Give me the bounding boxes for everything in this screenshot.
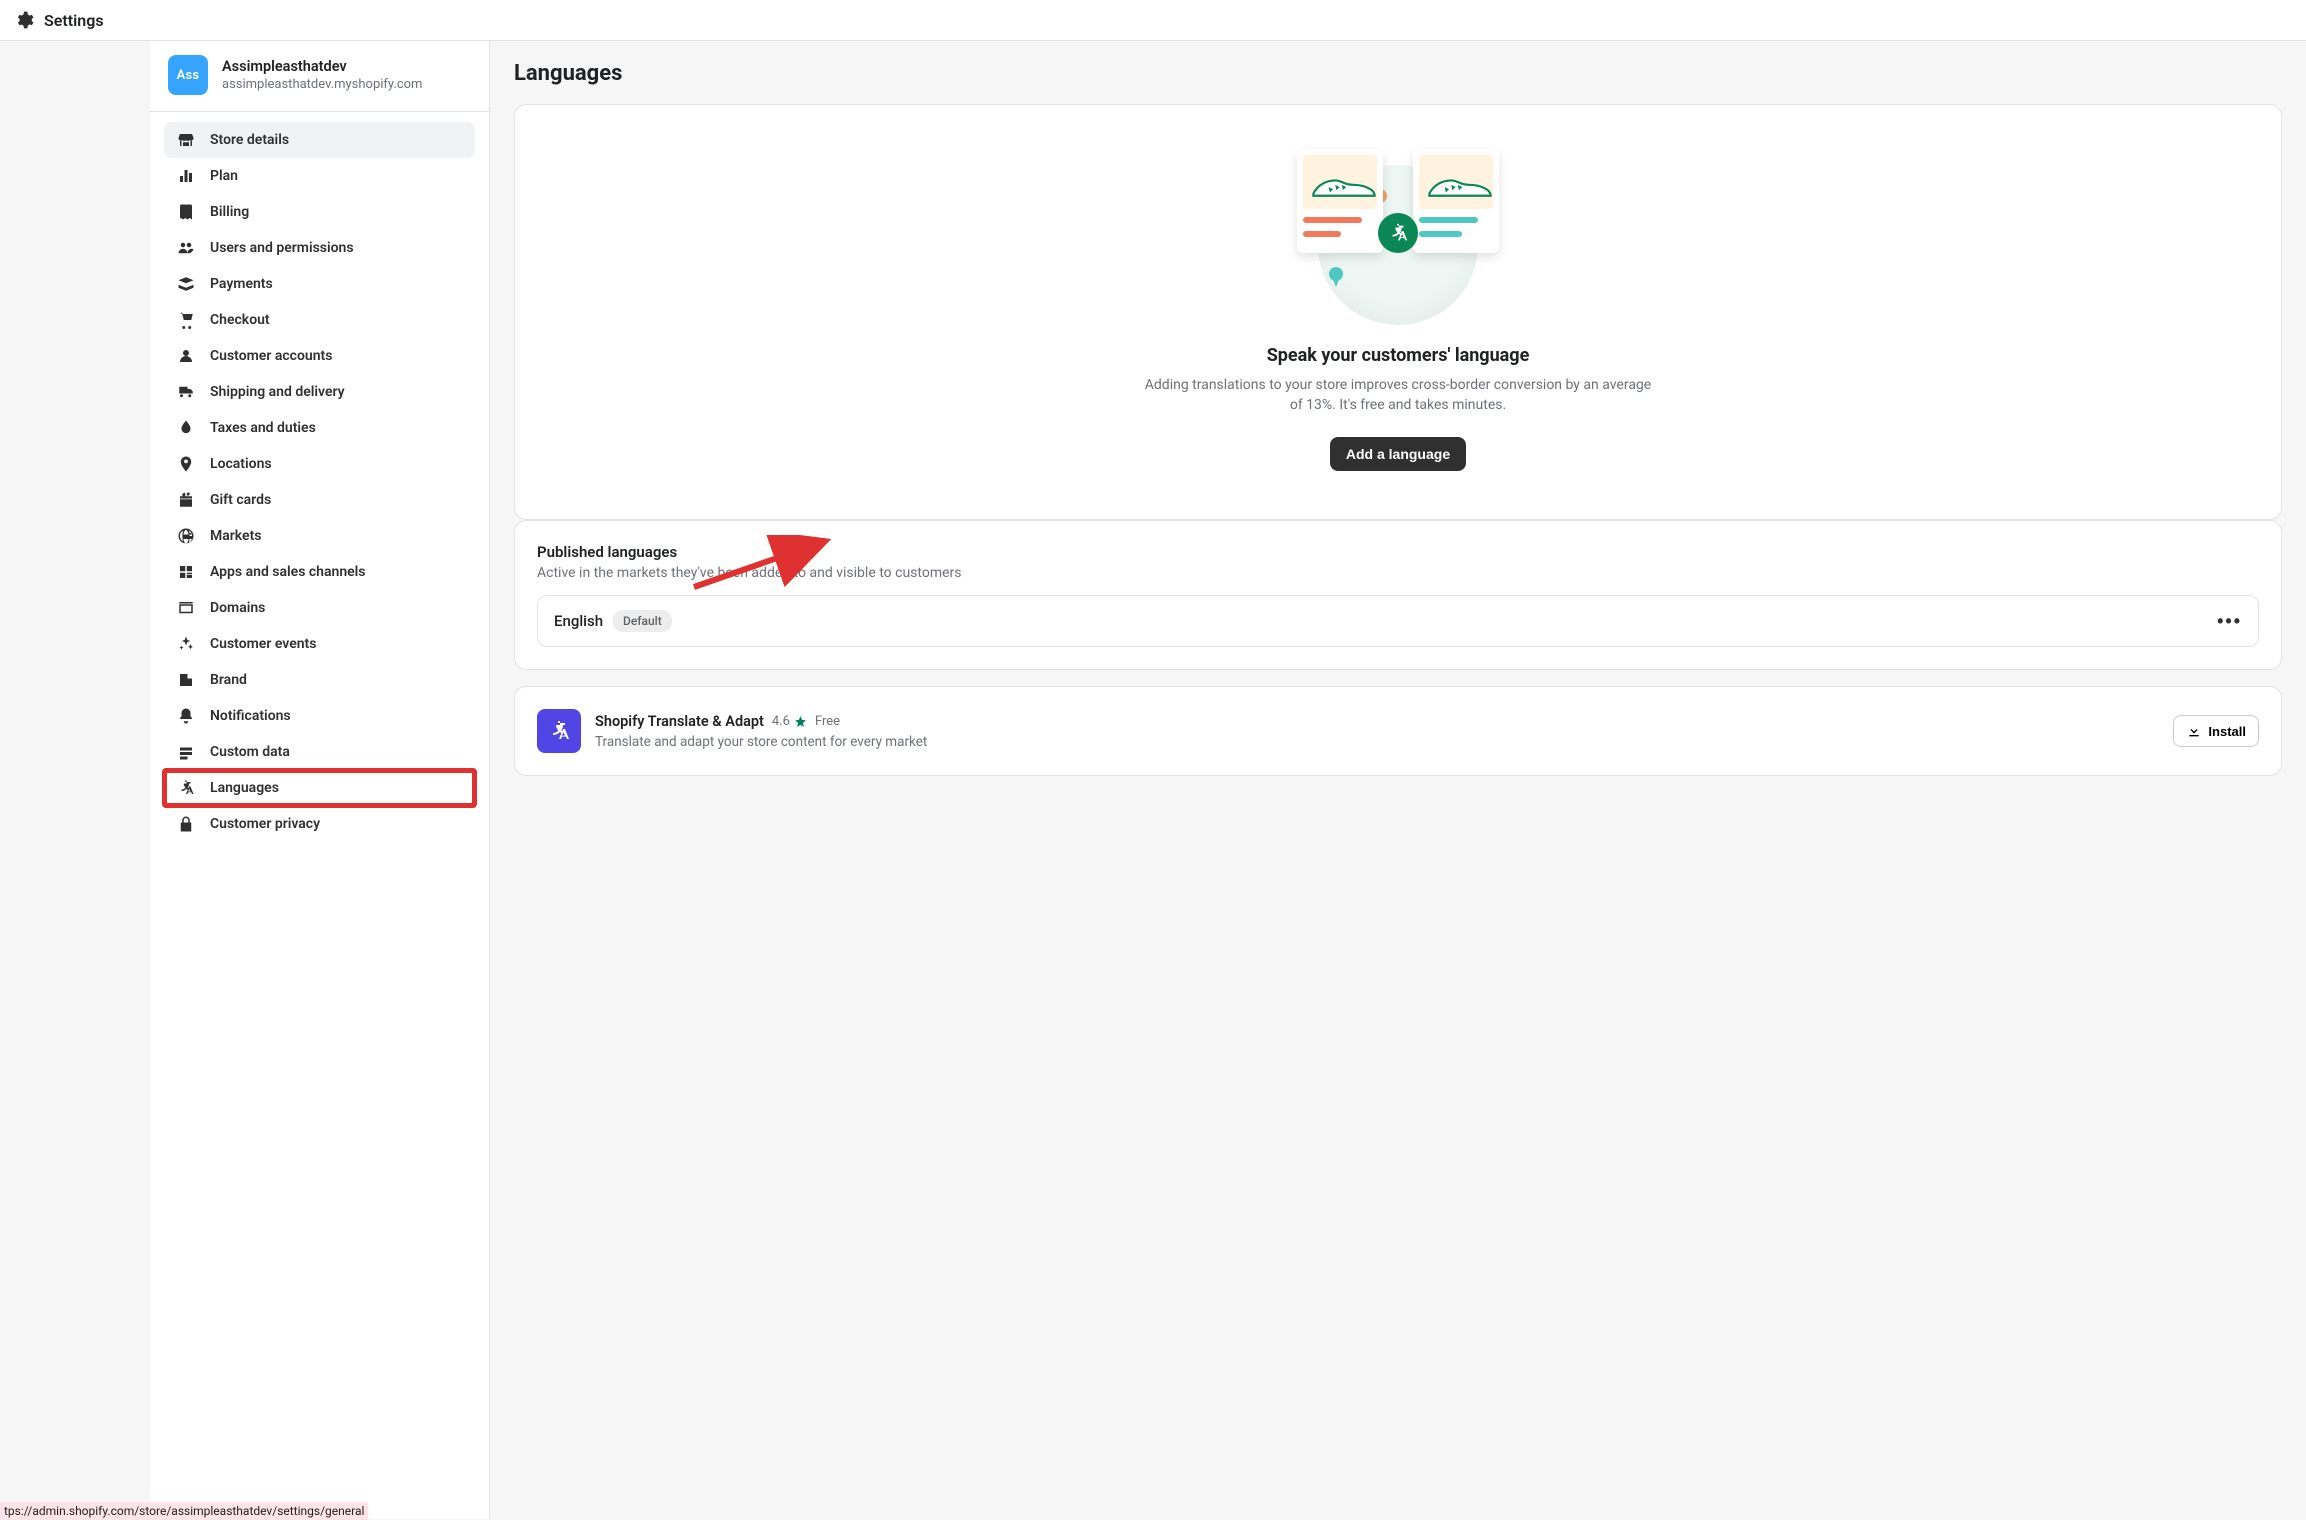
published-title: Published languages xyxy=(537,543,2259,561)
published-languages-card: Published languages Active in the market… xyxy=(514,520,2282,670)
app-price: Free xyxy=(815,714,840,729)
main-content: Languages xyxy=(490,41,2306,1519)
sidebar-item-domains[interactable]: Domains xyxy=(164,590,475,626)
hero-heading: Speak your customers' language xyxy=(537,345,2259,366)
sidebar-item-label: Users and permissions xyxy=(210,240,354,256)
sidebar-item-plan[interactable]: Plan xyxy=(164,158,475,194)
sidebar-item-label: Customer privacy xyxy=(210,816,320,832)
sidebar-item-markets[interactable]: Markets xyxy=(164,518,475,554)
sidebar-item-custom-data[interactable]: Custom data xyxy=(164,734,475,770)
location-icon xyxy=(176,454,196,474)
billing-icon xyxy=(176,202,196,222)
app-desc: Translate and adapt your store content f… xyxy=(595,734,2159,750)
row-actions-button[interactable]: ••• xyxy=(2217,611,2242,632)
sidebar-item-locations[interactable]: Locations xyxy=(164,446,475,482)
sidebar-item-store-details[interactable]: Store details xyxy=(164,122,475,158)
sidebar-item-customer-accounts[interactable]: Customer accounts xyxy=(164,338,475,374)
translate-app-card: Shopify Translate & Adapt 4.6 Free Trans… xyxy=(514,686,2282,776)
language-name: English xyxy=(554,612,603,630)
translate-badge-icon xyxy=(1378,213,1418,253)
sidebar-item-label: Markets xyxy=(210,528,262,544)
giftcard-icon xyxy=(176,490,196,510)
store-header[interactable]: Ass Assimpleasthatdev assimpleasthatdev.… xyxy=(150,41,489,112)
add-language-button[interactable]: Add a language xyxy=(1330,437,1466,471)
sidebar-item-notifications[interactable]: Notifications xyxy=(164,698,475,734)
app-name: Shopify Translate & Adapt xyxy=(595,713,764,730)
sidebar-item-payments[interactable]: Payments xyxy=(164,266,475,302)
topbar-title: Settings xyxy=(44,11,104,30)
sidebar-item-customer-privacy[interactable]: Customer privacy xyxy=(164,806,475,842)
app-rating: 4.6 xyxy=(772,714,807,729)
store-avatar: Ass xyxy=(168,55,208,95)
tax-icon xyxy=(176,418,196,438)
store-domain: assimpleasthatdev.myshopify.com xyxy=(222,77,422,92)
translate-app-icon xyxy=(537,709,581,753)
sidebar-item-shipping-and-delivery[interactable]: Shipping and delivery xyxy=(164,374,475,410)
settings-sidebar: Ass Assimpleasthatdev assimpleasthatdev.… xyxy=(150,41,490,1519)
page-title: Languages xyxy=(514,61,2282,86)
plan-icon xyxy=(176,166,196,186)
sidebar-item-label: Apps and sales channels xyxy=(210,564,366,580)
sidebar-item-brand[interactable]: Brand xyxy=(164,662,475,698)
sidebar-item-checkout[interactable]: Checkout xyxy=(164,302,475,338)
settings-nav: Store details Plan Billing Users and permis… xyxy=(150,112,489,852)
lock-icon xyxy=(176,814,196,834)
star-icon xyxy=(794,715,807,728)
map-pin-icon xyxy=(1329,267,1343,281)
apps-icon xyxy=(176,562,196,582)
sidebar-item-customer-events[interactable]: Customer events xyxy=(164,626,475,662)
sidebar-item-billing[interactable]: Billing xyxy=(164,194,475,230)
person-icon xyxy=(176,346,196,366)
data-icon xyxy=(176,742,196,762)
sidebar-item-label: Languages xyxy=(210,780,279,796)
sidebar-item-label: Payments xyxy=(210,276,273,292)
globe-icon xyxy=(176,526,196,546)
sidebar-item-languages[interactable]: Languages xyxy=(164,770,475,806)
download-icon xyxy=(2186,723,2202,739)
users-icon xyxy=(176,238,196,258)
sidebar-item-taxes-and-duties[interactable]: Taxes and duties xyxy=(164,410,475,446)
sidebar-item-label: Gift cards xyxy=(210,492,271,508)
domain-icon xyxy=(176,598,196,618)
truck-icon xyxy=(176,382,196,402)
sidebar-item-label: Notifications xyxy=(210,708,291,724)
sidebar-item-label: Taxes and duties xyxy=(210,420,316,436)
storefront-icon xyxy=(176,130,196,150)
hero-body: Adding translations to your store improv… xyxy=(1138,376,1658,415)
brand-icon xyxy=(176,670,196,690)
sidebar-item-label: Shipping and delivery xyxy=(210,384,345,400)
published-desc: Active in the markets they've been added… xyxy=(537,565,2259,581)
default-badge: Default xyxy=(613,610,672,632)
sidebar-item-gift-cards[interactable]: Gift cards xyxy=(164,482,475,518)
sidebar-item-label: Billing xyxy=(210,204,249,220)
status-bar-url: tps://admin.shopify.com/store/assimpleas… xyxy=(0,1502,368,1520)
sidebar-item-label: Brand xyxy=(210,672,247,688)
sidebar-item-label: Customer events xyxy=(210,636,316,652)
cart-icon xyxy=(176,310,196,330)
sidebar-item-users-and-permissions[interactable]: Users and permissions xyxy=(164,230,475,266)
payments-icon xyxy=(176,274,196,294)
sidebar-item-label: Store details xyxy=(210,132,289,148)
topbar: Settings xyxy=(0,0,2306,41)
left-gutter xyxy=(0,41,150,1519)
language-row: English Default ••• xyxy=(537,595,2259,647)
sidebar-item-label: Domains xyxy=(210,600,265,616)
store-name: Assimpleasthatdev xyxy=(222,58,422,75)
sidebar-item-label: Checkout xyxy=(210,312,270,328)
languages-hero-card: Speak your customers' language Adding tr… xyxy=(514,104,2282,520)
hero-illustration xyxy=(537,141,2259,321)
sidebar-item-apps-and-sales-channels[interactable]: Apps and sales channels xyxy=(164,554,475,590)
product-tile xyxy=(1297,149,1383,253)
product-tile xyxy=(1413,149,1499,253)
sidebar-item-label: Plan xyxy=(210,168,238,184)
bell-icon xyxy=(176,706,196,726)
install-button[interactable]: Install xyxy=(2173,715,2259,747)
gear-icon xyxy=(14,10,34,30)
sidebar-item-label: Customer accounts xyxy=(210,348,332,364)
sidebar-item-label: Custom data xyxy=(210,744,290,760)
sidebar-item-label: Locations xyxy=(210,456,272,472)
language-icon xyxy=(176,778,196,798)
spark-icon xyxy=(176,634,196,654)
